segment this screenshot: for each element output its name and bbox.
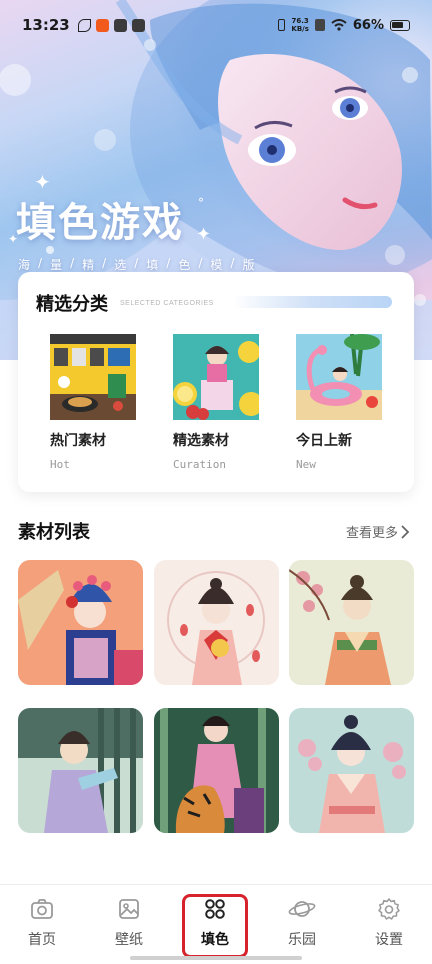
mail-app-icon <box>131 18 145 32</box>
status-indicators: 76.3 KB/s 66% <box>278 17 410 33</box>
play-app-icon <box>113 18 127 32</box>
orange-app-icon <box>95 18 109 32</box>
materials-title: 素材列表 <box>18 522 90 543</box>
category-header-decoration <box>232 296 392 308</box>
hero-subtitle-char: 海 <box>18 258 32 272</box>
hero-subtitle-char: 精 <box>82 258 96 272</box>
category-thumb-hot <box>50 334 136 420</box>
hero-subtitle-char: 量 <box>50 258 64 272</box>
camera-icon <box>31 899 53 919</box>
chevron-right-icon <box>401 524 410 539</box>
nav-item-wallpaper[interactable]: 壁纸 <box>99 897 159 949</box>
nav-item-settings[interactable]: 设置 <box>359 897 419 949</box>
net-speed-value: 76.3 <box>291 17 309 25</box>
hero-title: 填色游戏 <box>16 199 184 246</box>
material-thumb-scholar <box>18 708 143 833</box>
category-thumb-new <box>296 334 382 420</box>
category-header: 精选分类 SELECTED CATEGORIES <box>36 290 214 316</box>
category-title: 精选分类 <box>36 294 108 315</box>
nav-label-home: 首页 <box>28 932 56 948</box>
category-label-new: 今日上新 <box>296 433 352 449</box>
network-speed: 76.3 KB/s <box>291 17 308 33</box>
net-speed-unit: KB/s <box>291 25 309 33</box>
wifi-icon <box>331 19 347 31</box>
category-item-curation[interactable]: 精选素材 Curation <box>173 334 263 471</box>
image-icon <box>119 899 139 919</box>
category-thumb-curation <box>173 334 259 420</box>
category-label-en-new: New <box>296 458 316 471</box>
category-card: 精选分类 SELECTED CATEGORIES 热门素材 Hot 精选素材 C… <box>18 272 414 492</box>
category-label-hot: 热门素材 <box>50 433 106 449</box>
sparkle-icon: ° <box>198 196 204 210</box>
planet-icon <box>288 901 316 917</box>
material-tile[interactable] <box>289 560 414 685</box>
category-subtitle: SELECTED CATEGORIES <box>120 299 214 307</box>
battery-percent: 66% <box>352 17 384 33</box>
status-bar: 13:23 76.3 KB/s 66% <box>0 0 432 50</box>
material-thumb-opera <box>18 560 143 685</box>
category-item-hot[interactable]: 热门素材 Hot <box>50 334 140 471</box>
nav-label-playground: 乐园 <box>288 932 316 948</box>
category-label-en-curation: Curation <box>173 458 226 471</box>
category-label-en-hot: Hot <box>50 458 70 471</box>
material-thumb-flower-lady <box>154 560 279 685</box>
hero-subtitle-char: 色 <box>178 258 192 272</box>
hero-subtitle-char: 模 <box>210 258 224 272</box>
nav-label-settings: 设置 <box>375 932 403 948</box>
battery-icon <box>390 19 410 31</box>
hero-subtitle-char: 选 <box>114 258 128 272</box>
material-tile[interactable] <box>18 560 143 685</box>
material-thumb-tiger-lady <box>154 708 279 833</box>
no-sim-icon <box>314 19 325 31</box>
category-label-curation: 精选素材 <box>173 433 229 449</box>
home-indicator <box>130 956 302 960</box>
nav-label-wallpaper: 壁纸 <box>115 932 143 948</box>
materials-header: 素材列表 查看更多 <box>18 516 414 546</box>
sparkle-icon: ✦ <box>196 224 212 245</box>
category-item-new[interactable]: 今日上新 New <box>296 334 386 471</box>
material-thumb-blossom-girl <box>289 560 414 685</box>
view-more-link[interactable]: 查看更多 <box>346 522 410 541</box>
nav-item-playground[interactable]: 乐园 <box>272 897 332 949</box>
gear-icon <box>378 898 400 920</box>
hero-subtitle: 海 / 量 / 精 / 选 / 填 / 色 / 模 / 版 <box>18 256 256 272</box>
material-tile[interactable] <box>154 708 279 833</box>
hero-subtitle-char: 填 <box>146 258 160 272</box>
nav-item-home[interactable]: 首页 <box>12 897 72 949</box>
leaf-app-icon <box>77 18 91 32</box>
highlight-annotation <box>182 894 248 958</box>
view-more-label: 查看更多 <box>345 526 398 541</box>
vibrate-icon <box>278 19 286 31</box>
material-tile[interactable] <box>289 708 414 833</box>
material-tile[interactable] <box>154 560 279 685</box>
status-time: 13:23 <box>22 16 70 34</box>
material-tile[interactable] <box>18 708 143 833</box>
hero-subtitle-char: 版 <box>242 258 256 272</box>
material-thumb-tea-lady <box>289 708 414 833</box>
